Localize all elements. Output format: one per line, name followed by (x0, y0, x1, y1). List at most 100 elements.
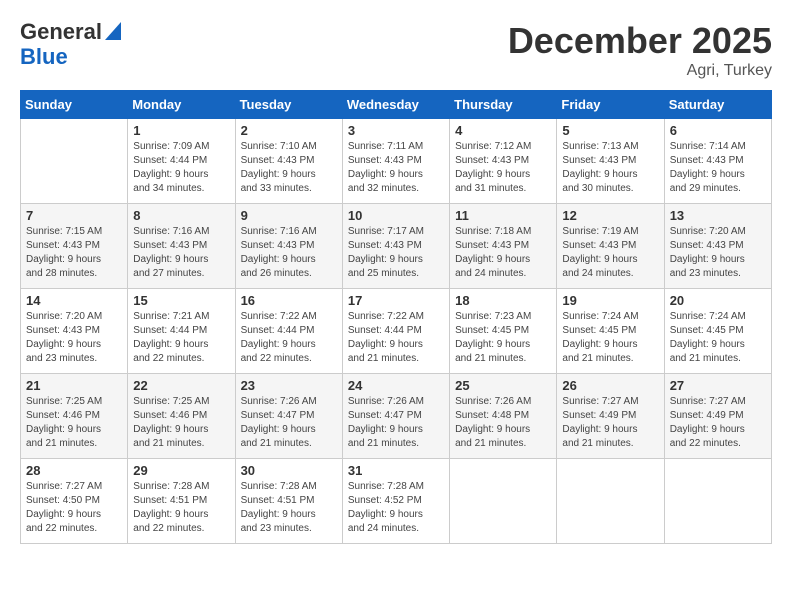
calendar-cell (664, 459, 771, 544)
calendar-cell: 19 Sunrise: 7:24 AM Sunset: 4:45 PM Dayli… (557, 289, 664, 374)
calendar-cell (450, 459, 557, 544)
day-number: 13 (670, 208, 766, 223)
calendar-cell: 7 Sunrise: 7:15 AM Sunset: 4:43 PM Daylig… (21, 204, 128, 289)
calendar-cell: 16Sunrise: 7:22 AM Sunset: 4:44 PM Dayli… (235, 289, 342, 374)
day-info: Sunrise: 7:27 AM Sunset: 4:49 PM Dayligh… (562, 395, 658, 451)
day-number: 2 (241, 123, 337, 138)
column-header-wednesday: Wednesday (342, 91, 449, 119)
column-header-tuesday: Tuesday (235, 91, 342, 119)
day-info: Sunrise: 7:26 AM Sunset: 4:47 PM Dayligh… (241, 395, 337, 451)
day-number: 7 (26, 208, 122, 223)
day-number: 23 (241, 378, 337, 393)
column-header-thursday: Thursday (450, 91, 557, 119)
title-area: December 2025 Agri, Turkey (508, 20, 772, 80)
day-info: Sunrise: 7:19 AM Sunset: 4:43 PM Dayligh… (562, 225, 658, 281)
calendar-cell: 27Sunrise: 7:27 AM Sunset: 4:49 PM Dayli… (664, 374, 771, 459)
day-number: 1 (133, 123, 229, 138)
day-info: Sunrise: 7:20 AM Sunset: 4:43 PM Dayligh… (26, 310, 122, 366)
calendar-cell: 10Sunrise: 7:17 AM Sunset: 4:43 PM Dayli… (342, 204, 449, 289)
day-number: 11 (455, 208, 551, 223)
day-number: 19 (562, 293, 658, 308)
day-info: Sunrise: 7:15 AM Sunset: 4:43 PM Dayligh… (26, 225, 122, 281)
logo-general: General (20, 20, 102, 44)
day-info: Sunrise: 7:22 AM Sunset: 4:44 PM Dayligh… (348, 310, 444, 366)
day-number: 18 (455, 293, 551, 308)
day-number: 30 (241, 463, 337, 478)
day-info: Sunrise: 7:26 AM Sunset: 4:47 PM Dayligh… (348, 395, 444, 451)
calendar-cell: 25Sunrise: 7:26 AM Sunset: 4:48 PM Dayli… (450, 374, 557, 459)
day-info: Sunrise: 7:25 AM Sunset: 4:46 PM Dayligh… (26, 395, 122, 451)
calendar-cell: 17 Sunrise: 7:22 AM Sunset: 4:44 PM Dayli… (342, 289, 449, 374)
calendar-cell: 4Sunrise: 7:12 AM Sunset: 4:43 PM Daylig… (450, 119, 557, 204)
column-header-friday: Friday (557, 91, 664, 119)
day-info: Sunrise: 7:21 AM Sunset: 4:44 PM Dayligh… (133, 310, 229, 366)
day-info: Sunrise: 7:11 AM Sunset: 4:43 PM Dayligh… (348, 140, 444, 196)
day-info: Sunrise: 7:13 AM Sunset: 4:43 PM Dayligh… (562, 140, 658, 196)
calendar-cell: 11 Sunrise: 7:18 AM Sunset: 4:43 PM Dayli… (450, 204, 557, 289)
day-number: 22 (133, 378, 229, 393)
calendar-cell: 8 Sunrise: 7:16 AM Sunset: 4:43 PM Daylig… (128, 204, 235, 289)
day-number: 24 (348, 378, 444, 393)
page-header: General Blue December 2025 Agri, Turkey (20, 20, 772, 80)
day-number: 5 (562, 123, 658, 138)
column-header-saturday: Saturday (664, 91, 771, 119)
calendar-cell: 13 Sunrise: 7:20 AM Sunset: 4:43 PM Dayli… (664, 204, 771, 289)
calendar-cell: 1 Sunrise: 7:09 AM Sunset: 4:44 PM Daylig… (128, 119, 235, 204)
day-number: 8 (133, 208, 229, 223)
day-info: Sunrise: 7:16 AM Sunset: 4:43 PM Dayligh… (241, 225, 337, 281)
day-info: Sunrise: 7:14 AM Sunset: 4:43 PM Dayligh… (670, 140, 766, 196)
calendar-cell: 29Sunrise: 7:28 AM Sunset: 4:51 PM Dayli… (128, 459, 235, 544)
calendar-cell: 15Sunrise: 7:21 AM Sunset: 4:44 PM Dayli… (128, 289, 235, 374)
day-info: Sunrise: 7:27 AM Sunset: 4:50 PM Dayligh… (26, 480, 122, 536)
day-info: Sunrise: 7:25 AM Sunset: 4:46 PM Dayligh… (133, 395, 229, 451)
day-number: 6 (670, 123, 766, 138)
day-info: Sunrise: 7:28 AM Sunset: 4:51 PM Dayligh… (133, 480, 229, 536)
day-number: 20 (670, 293, 766, 308)
calendar-cell: 3Sunrise: 7:11 AM Sunset: 4:43 PM Daylig… (342, 119, 449, 204)
day-number: 9 (241, 208, 337, 223)
calendar-cell: 18 Sunrise: 7:23 AM Sunset: 4:45 PM Dayli… (450, 289, 557, 374)
calendar-cell: 2 Sunrise: 7:10 AM Sunset: 4:43 PM Daylig… (235, 119, 342, 204)
calendar-cell: 6 Sunrise: 7:14 AM Sunset: 4:43 PM Daylig… (664, 119, 771, 204)
logo-triangle-icon (105, 22, 121, 40)
column-header-sunday: Sunday (21, 91, 128, 119)
location: Agri, Turkey (508, 62, 772, 80)
calendar-cell: 30 Sunrise: 7:28 AM Sunset: 4:51 PM Dayli… (235, 459, 342, 544)
day-info: Sunrise: 7:28 AM Sunset: 4:51 PM Dayligh… (241, 480, 337, 536)
day-number: 12 (562, 208, 658, 223)
calendar-cell: 26 Sunrise: 7:27 AM Sunset: 4:49 PM Dayli… (557, 374, 664, 459)
day-info: Sunrise: 7:24 AM Sunset: 4:45 PM Dayligh… (562, 310, 658, 366)
calendar-cell: 21 Sunrise: 7:25 AM Sunset: 4:46 PM Dayli… (21, 374, 128, 459)
day-info: Sunrise: 7:10 AM Sunset: 4:43 PM Dayligh… (241, 140, 337, 196)
calendar-cell: 24 Sunrise: 7:26 AM Sunset: 4:47 PM Dayli… (342, 374, 449, 459)
day-info: Sunrise: 7:23 AM Sunset: 4:45 PM Dayligh… (455, 310, 551, 366)
calendar-table: SundayMondayTuesdayWednesdayThursdayFrid… (20, 90, 772, 544)
day-info: Sunrise: 7:28 AM Sunset: 4:52 PM Dayligh… (348, 480, 444, 536)
day-number: 4 (455, 123, 551, 138)
day-info: Sunrise: 7:17 AM Sunset: 4:43 PM Dayligh… (348, 225, 444, 281)
calendar-cell: 28 Sunrise: 7:27 AM Sunset: 4:50 PM Dayli… (21, 459, 128, 544)
day-number: 31 (348, 463, 444, 478)
day-info: Sunrise: 7:26 AM Sunset: 4:48 PM Dayligh… (455, 395, 551, 451)
day-info: Sunrise: 7:22 AM Sunset: 4:44 PM Dayligh… (241, 310, 337, 366)
column-header-monday: Monday (128, 91, 235, 119)
day-info: Sunrise: 7:18 AM Sunset: 4:43 PM Dayligh… (455, 225, 551, 281)
calendar-cell (557, 459, 664, 544)
calendar-cell: 14Sunrise: 7:20 AM Sunset: 4:43 PM Dayli… (21, 289, 128, 374)
day-number: 28 (26, 463, 122, 478)
calendar-cell: 23 Sunrise: 7:26 AM Sunset: 4:47 PM Dayli… (235, 374, 342, 459)
day-info: Sunrise: 7:16 AM Sunset: 4:43 PM Dayligh… (133, 225, 229, 281)
calendar-cell: 22 Sunrise: 7:25 AM Sunset: 4:46 PM Dayli… (128, 374, 235, 459)
day-number: 21 (26, 378, 122, 393)
day-info: Sunrise: 7:20 AM Sunset: 4:43 PM Dayligh… (670, 225, 766, 281)
logo: General Blue (20, 20, 121, 69)
calendar-cell: 12 Sunrise: 7:19 AM Sunset: 4:43 PM Dayli… (557, 204, 664, 289)
day-number: 27 (670, 378, 766, 393)
calendar-cell (21, 119, 128, 204)
day-info: Sunrise: 7:09 AM Sunset: 4:44 PM Dayligh… (133, 140, 229, 196)
day-number: 26 (562, 378, 658, 393)
calendar-cell: 5 Sunrise: 7:13 AM Sunset: 4:43 PM Daylig… (557, 119, 664, 204)
calendar-cell: 9 Sunrise: 7:16 AM Sunset: 4:43 PM Daylig… (235, 204, 342, 289)
day-number: 17 (348, 293, 444, 308)
day-info: Sunrise: 7:24 AM Sunset: 4:45 PM Dayligh… (670, 310, 766, 366)
